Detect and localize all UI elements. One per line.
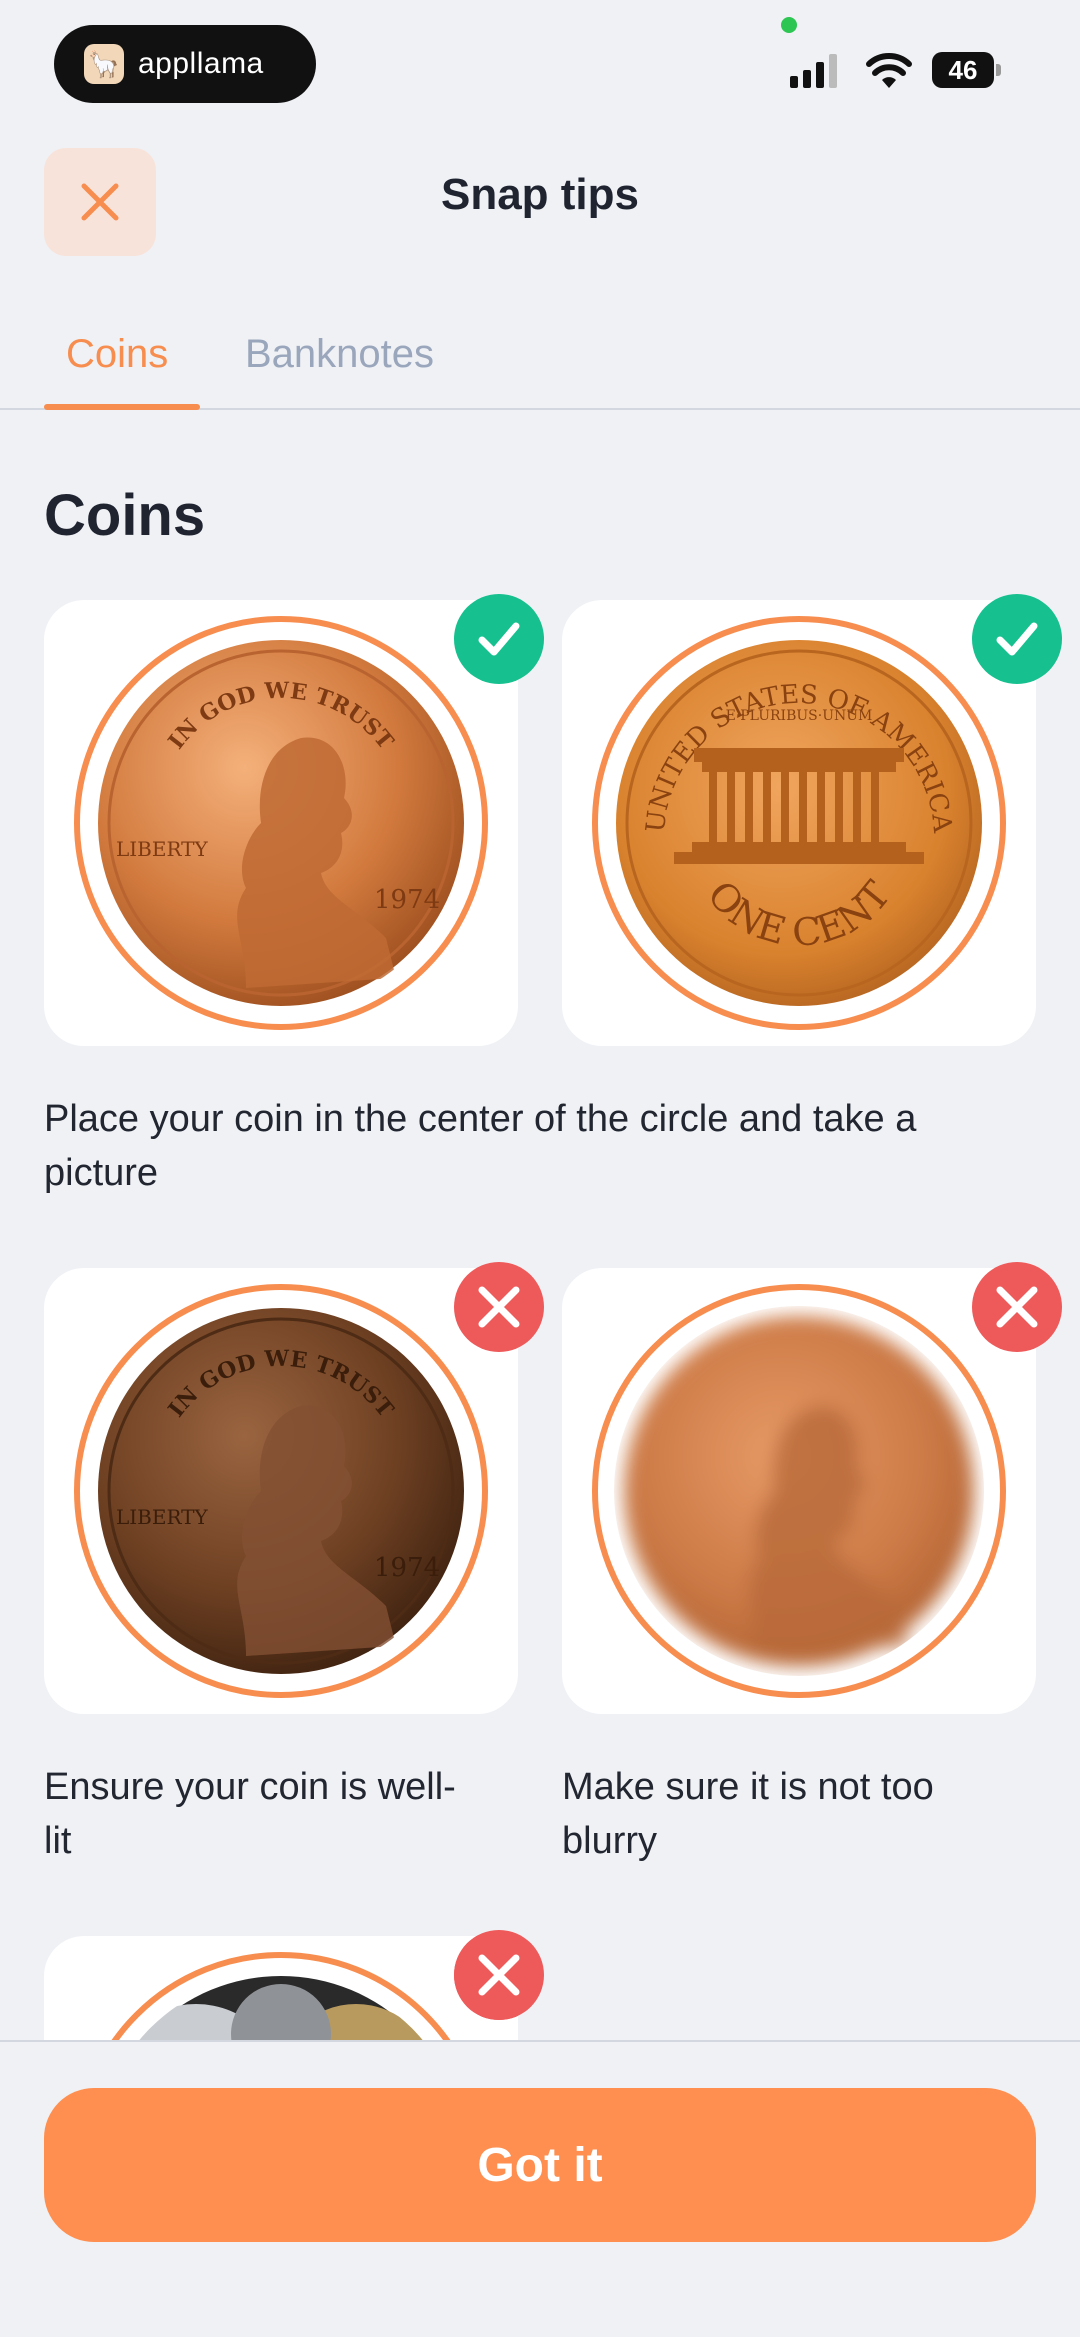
dark-obverse-liberty: LIBERTY	[116, 1505, 209, 1529]
tip-card-reverse-good: UNITED STATES OF AMERICA E·PLURIBUS·UNUM…	[562, 594, 1062, 1046]
check-icon	[478, 622, 520, 656]
llama-logo-icon: 🦙	[84, 44, 124, 84]
battery-cap	[996, 64, 1001, 76]
penny-obverse-image: IN GOD WE TRUST LIBERTY 1974	[96, 638, 466, 1008]
tip-card-obverse-good: IN GOD WE TRUST LIBERTY 1974	[44, 594, 544, 1046]
dark-penny-image: IN GOD WE TRUST LIBERTY 1974	[96, 1306, 466, 1676]
tip-caption-lighting: Ensure your coin is well-lit	[44, 1766, 456, 1862]
check-icon	[996, 622, 1038, 656]
incorrect-badge	[972, 1262, 1062, 1352]
obverse-liberty: LIBERTY	[116, 837, 209, 861]
reverse-motto: E·PLURIBUS·UNUM	[726, 708, 873, 724]
correct-badge	[972, 594, 1062, 684]
penny-reverse-image: UNITED STATES OF AMERICA E·PLURIBUS·UNUM…	[614, 638, 984, 1008]
tip-caption-blur: Make sure it is not too blurry	[562, 1766, 934, 1862]
section-title: Coins	[44, 483, 206, 548]
tip-card-dark-bad: IN GOD WE TRUST LIBERTY 1974	[44, 1262, 544, 1714]
correct-badge	[454, 594, 544, 684]
status-bar: 🦙 appllama 46	[0, 0, 1080, 130]
x-icon	[996, 1286, 1038, 1328]
blurry-penny-image	[614, 1306, 984, 1676]
tab-coins[interactable]: Coins	[66, 332, 168, 377]
got-it-button[interactable]: Got it	[44, 2088, 1036, 2242]
active-tab-indicator	[44, 404, 200, 410]
tip-caption-center: Place your coin in the center of the cir…	[44, 1098, 917, 1194]
incorrect-badge	[454, 1930, 544, 2020]
battery-level: 46	[948, 54, 978, 85]
tip-card-multiple-bad	[44, 1936, 518, 2046]
tab-banknotes[interactable]: Banknotes	[245, 332, 434, 377]
cellular-signal-icon	[790, 54, 837, 88]
app-indicator-pill[interactable]: 🦙 appllama	[54, 25, 316, 103]
app-name: appllama	[138, 47, 264, 80]
x-icon	[478, 1954, 520, 1996]
page-title: Snap tips	[440, 170, 640, 219]
wifi-icon	[866, 53, 912, 88]
obverse-year: 1974	[374, 885, 440, 915]
dark-obverse-year: 1974	[374, 1553, 440, 1583]
tab-bar: Coins Banknotes	[0, 320, 1080, 410]
incorrect-badge	[454, 1262, 544, 1352]
tip-card-blurry-bad	[562, 1262, 1062, 1714]
privacy-indicator-dot	[781, 17, 797, 33]
got-it-label: Got it	[477, 2138, 603, 2192]
battery-icon: 46	[932, 52, 994, 88]
x-icon	[478, 1286, 520, 1328]
